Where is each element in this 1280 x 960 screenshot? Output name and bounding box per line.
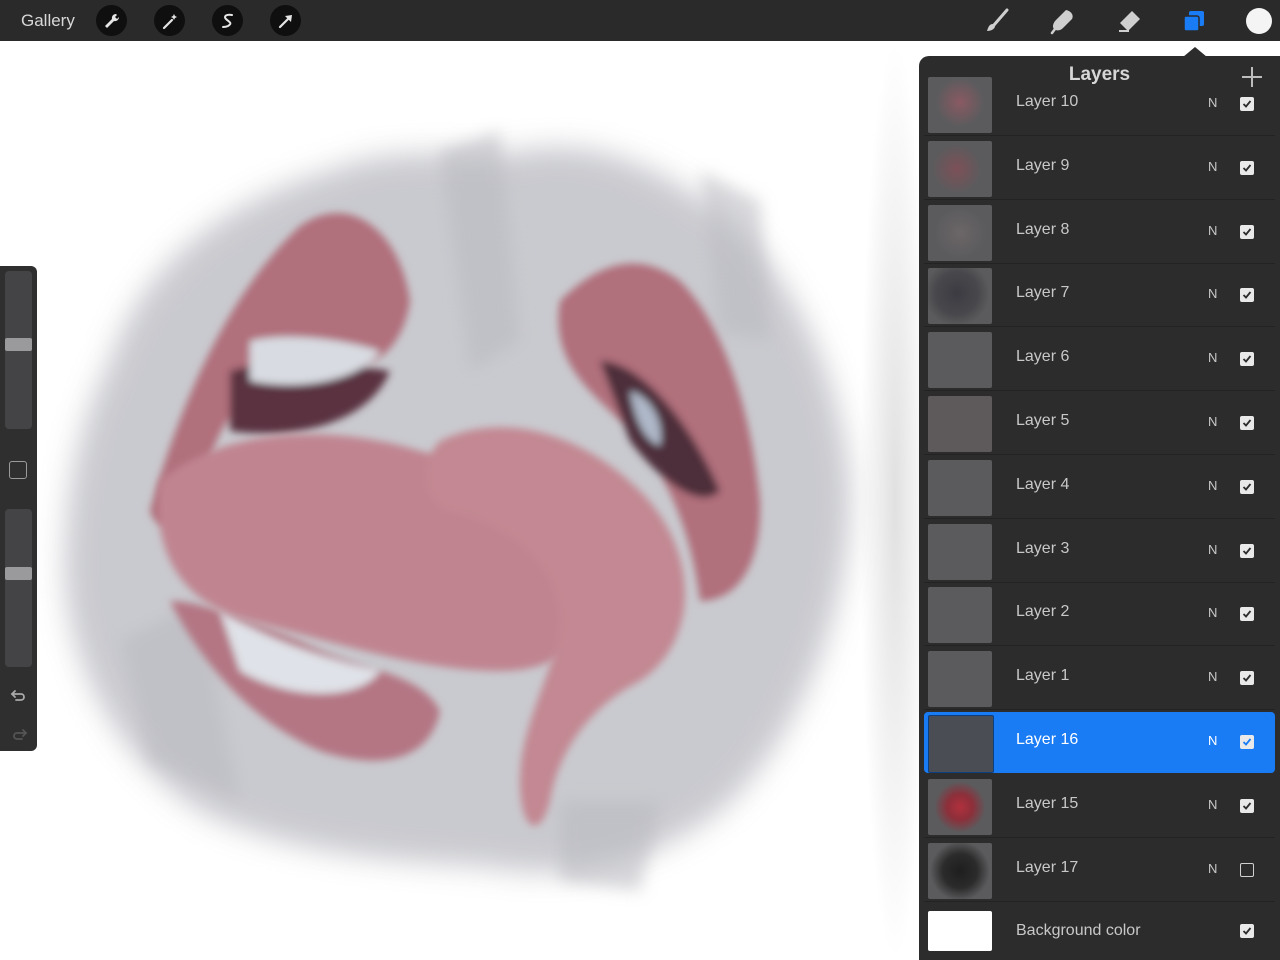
visibility-checkbox[interactable]	[1240, 862, 1254, 877]
undo-icon[interactable]	[9, 685, 29, 705]
visibility-checkbox[interactable]	[1240, 479, 1254, 494]
layer-row[interactable]: Layer 7 N	[924, 265, 1275, 328]
selection-icon[interactable]	[212, 5, 243, 36]
blend-mode-button[interactable]: N	[1208, 95, 1217, 110]
blend-mode-button[interactable]: N	[1208, 223, 1217, 238]
layer-name: Layer 7	[1016, 284, 1070, 302]
visibility-checkbox[interactable]	[1240, 288, 1254, 303]
visibility-checkbox[interactable]	[1240, 352, 1254, 367]
background-color-row[interactable]: Background color	[924, 906, 1275, 958]
layer-thumbnail[interactable]	[928, 651, 992, 708]
layer-thumbnail[interactable]	[928, 587, 992, 644]
layer-row[interactable]: Layer 6 N	[924, 329, 1275, 392]
gallery-button[interactable]: Gallery	[21, 11, 75, 31]
layer-thumbnail[interactable]	[928, 842, 992, 899]
blend-mode-button[interactable]: N	[1208, 478, 1217, 493]
opacity-slider-thumb[interactable]	[5, 567, 32, 580]
layer-row[interactable]: Layer 5 N	[924, 393, 1275, 455]
brush-icon[interactable]	[980, 4, 1014, 38]
blend-mode-button[interactable]: N	[1208, 861, 1217, 876]
layer-name: Layer 4	[1016, 475, 1070, 493]
layer-name: Layer 10	[1016, 93, 1079, 110]
color-icon[interactable]	[1246, 8, 1272, 34]
layer-thumbnail[interactable]	[928, 778, 992, 835]
layer-row[interactable]: Layer 16 N	[924, 712, 1275, 773]
visibility-checkbox[interactable]	[1240, 160, 1254, 175]
blend-mode-button[interactable]: N	[1208, 350, 1217, 365]
layer-row[interactable]: Layer 3 N	[924, 521, 1275, 583]
left-sidebar	[0, 266, 37, 751]
blend-mode-button[interactable]: N	[1208, 669, 1217, 684]
visibility-checkbox[interactable]	[1240, 671, 1254, 686]
layers-panel: Layers Layer 10 N Layer 9 N Layer 8 N Layer 7N…	[919, 56, 1280, 960]
visibility-checkbox[interactable]	[1240, 607, 1254, 622]
visibility-checkbox[interactable]	[1240, 543, 1254, 558]
blend-mode-button[interactable]: N	[1208, 733, 1217, 748]
visibility-checkbox[interactable]	[1240, 798, 1254, 813]
top-toolbar: Gallery	[0, 0, 1280, 41]
layer-thumbnail[interactable]	[928, 459, 992, 516]
brush-size-slider-thumb[interactable]	[5, 338, 32, 351]
layer-row[interactable]: Layer 10 N	[924, 74, 1275, 136]
layer-thumbnail[interactable]	[928, 204, 992, 261]
layer-thumbnail[interactable]	[928, 523, 992, 580]
layer-row[interactable]: Layer 9 N	[924, 138, 1275, 200]
layer-thumbnail[interactable]	[928, 396, 992, 452]
background-color-swatch[interactable]	[928, 911, 992, 951]
transform-arrow-icon[interactable]	[270, 5, 301, 36]
layer-name: Layer 6	[1016, 348, 1070, 366]
visibility-checkbox[interactable]	[1240, 97, 1254, 111]
layer-name: Layer 2	[1016, 603, 1070, 621]
layer-name: Layer 17	[1016, 858, 1079, 876]
layer-thumbnail[interactable]	[928, 715, 994, 773]
layer-row[interactable]: Layer 4 N	[924, 457, 1275, 519]
layer-name: Layer 9	[1016, 156, 1070, 174]
blend-mode-button[interactable]: N	[1208, 159, 1217, 174]
eraser-icon[interactable]	[1112, 4, 1146, 38]
layer-name: Layer 8	[1016, 220, 1070, 238]
layer-name: Layer 16	[1016, 731, 1079, 748]
layer-row[interactable]: Layer 17 N	[924, 840, 1275, 902]
visibility-checkbox[interactable]	[1240, 224, 1254, 239]
visibility-checkbox[interactable]	[1240, 416, 1254, 430]
layer-name: Layer 1	[1016, 667, 1070, 685]
magic-wand-icon[interactable]	[154, 5, 185, 36]
blend-mode-button[interactable]: N	[1208, 797, 1217, 812]
layer-row[interactable]: Layer 8 N	[924, 202, 1275, 264]
redo-icon[interactable]	[9, 724, 29, 744]
layer-name: Layer 15	[1016, 794, 1079, 812]
layer-row[interactable]: Layer 2 N	[924, 584, 1275, 647]
blend-mode-button[interactable]: N	[1208, 605, 1217, 620]
layer-thumbnail[interactable]	[928, 332, 992, 389]
smudge-icon[interactable]	[1046, 4, 1080, 38]
visibility-checkbox[interactable]	[1240, 924, 1254, 938]
modify-button-icon[interactable]	[9, 461, 27, 479]
opacity-slider[interactable]	[5, 509, 32, 667]
layer-thumbnail[interactable]	[928, 77, 992, 133]
layer-row[interactable]: Layer 15 N	[924, 776, 1275, 838]
blend-mode-button[interactable]: N	[1208, 414, 1217, 429]
layer-thumbnail[interactable]	[928, 268, 992, 325]
wrench-icon[interactable]	[96, 5, 127, 36]
blend-mode-button[interactable]: N	[1208, 286, 1217, 301]
brush-size-slider[interactable]	[5, 271, 32, 429]
visibility-checkbox[interactable]	[1240, 735, 1254, 749]
layer-name: Background color	[1016, 922, 1141, 939]
layer-row[interactable]: Layer 1 N	[924, 648, 1275, 711]
layer-name: Layer 3	[1016, 539, 1070, 557]
layers-icon[interactable]	[1177, 4, 1211, 38]
layer-thumbnail[interactable]	[928, 140, 992, 197]
blend-mode-button[interactable]: N	[1208, 542, 1217, 557]
layer-name: Layer 5	[1016, 412, 1070, 429]
